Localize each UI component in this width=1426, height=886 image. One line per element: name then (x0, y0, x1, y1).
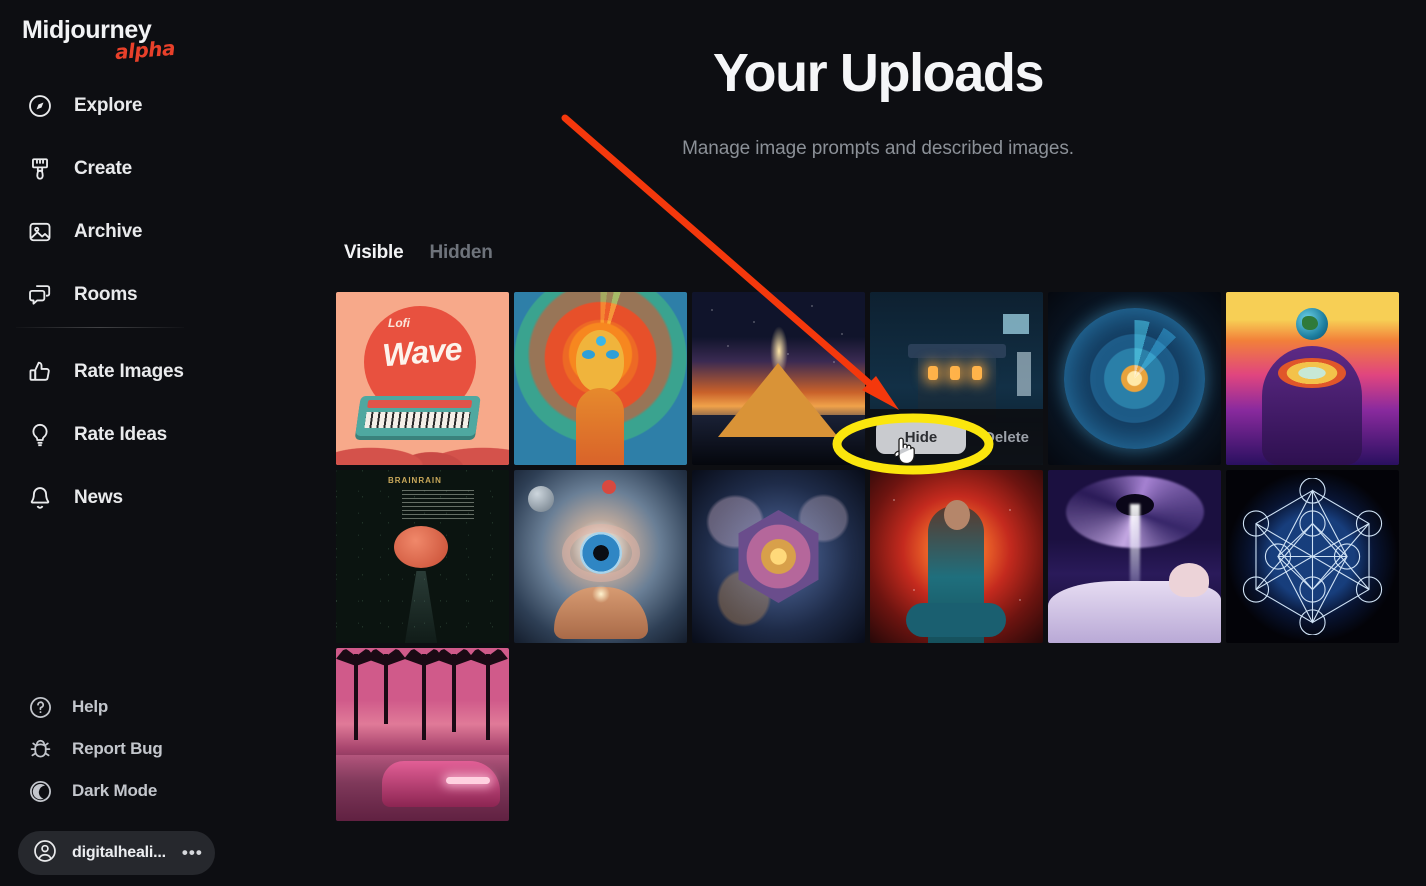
sidebar-item-label: Dark Mode (72, 781, 158, 800)
sidebar-item-label: News (74, 487, 123, 508)
sidebar-item-create[interactable]: Create (0, 147, 330, 191)
sidebar-item-help[interactable]: Help (0, 690, 330, 724)
primary-nav: Explore Create Archive Rooms (0, 84, 330, 336)
secondary-nav: Rate Images Rate Ideas News (0, 350, 330, 539)
tab-visible[interactable]: Visible (344, 242, 404, 264)
hide-button[interactable]: Hide (875, 420, 966, 454)
lightbulb-icon (26, 421, 54, 449)
brain-diagram-schematic-art: BRAINRAIN (336, 470, 509, 643)
purple-head-earth-art (1226, 292, 1399, 465)
delete-button[interactable]: Delete (976, 420, 1037, 454)
sidebar-item-label: Create (74, 158, 132, 179)
chat-bubbles-icon (26, 281, 54, 309)
upload-thumbnail-hovered[interactable]: Hide Delete (870, 292, 1043, 465)
upload-thumbnail[interactable] (514, 470, 687, 643)
upload-thumbnail[interactable] (514, 292, 687, 465)
sidebar-item-label: Help (72, 697, 109, 716)
image-icon (26, 218, 54, 246)
sidebar: Midjourney alpha Explore Create Archive … (0, 0, 330, 886)
sidebar-item-rate-ideas[interactable]: Rate Ideas (0, 413, 330, 457)
page-subtitle: Manage image prompts and described image… (682, 138, 1074, 159)
pink-sunset-sports-car-art (336, 648, 509, 821)
main-content: Your Uploads Manage image prompts and de… (330, 0, 1426, 886)
upload-thumbnail[interactable] (1048, 292, 1221, 465)
tab-hidden[interactable]: Hidden (430, 242, 493, 264)
metatrons-cube-blue-art (1226, 470, 1399, 643)
sidebar-item-label: Rate Ideas (74, 424, 168, 445)
paintbrush-icon (26, 155, 54, 183)
upload-thumbnail[interactable]: Lofi Wave (336, 292, 509, 465)
brand-logo[interactable]: Midjourney alpha (22, 18, 176, 65)
moon-icon (26, 777, 54, 805)
question-circle-icon (26, 693, 54, 721)
brand-alpha-tag: alpha (114, 35, 176, 65)
user-circle-icon (32, 838, 58, 869)
meditating-woman-cosmos-art (870, 470, 1043, 643)
upload-thumbnail[interactable]: BRAINRAIN (336, 470, 509, 643)
upload-thumbnail[interactable] (692, 292, 865, 465)
thumbs-up-icon (26, 358, 54, 386)
sidebar-item-label: Archive (74, 221, 143, 242)
sidebar-divider (16, 327, 184, 328)
sidebar-item-news[interactable]: News (0, 476, 330, 520)
sidebar-item-label: Rooms (74, 284, 138, 305)
upload-thumbnail[interactable] (1226, 470, 1399, 643)
third-eye-in-hands-art (514, 470, 687, 643)
sidebar-item-label: Rate Images (74, 361, 184, 382)
bell-icon (26, 484, 54, 512)
user-account-button[interactable]: digitalheali... ••• (18, 831, 215, 875)
user-menu-ellipsis-icon[interactable]: ••• (182, 844, 203, 861)
upload-thumbnail[interactable] (1048, 470, 1221, 643)
sidebar-item-rooms[interactable]: Rooms (0, 273, 330, 317)
sidebar-item-report-bug[interactable]: Report Bug (0, 732, 330, 766)
thumbnail-action-overlay: Hide Delete (870, 409, 1043, 465)
user-name: digitalheali... (72, 844, 166, 861)
uploads-grid: Lofi Wave Hide Delete BRAINRAIN (336, 292, 1399, 821)
sidebar-item-label: Report Bug (72, 739, 163, 758)
upload-thumbnail[interactable] (692, 470, 865, 643)
sidebar-footer-nav: Help Report Bug Dark Mode (0, 690, 330, 816)
lofi-wave-keyboard-art: Lofi Wave (336, 292, 509, 465)
sun-goddess-figure-art (514, 292, 687, 465)
bug-icon (26, 735, 54, 763)
page-title: Your Uploads (712, 43, 1045, 103)
sidebar-item-dark-mode[interactable]: Dark Mode (0, 774, 330, 808)
sidebar-item-label: Explore (74, 95, 143, 116)
metatron-fractal-cube-art (692, 470, 865, 643)
app-root: Midjourney alpha Explore Create Archive … (0, 0, 1426, 886)
upload-thumbnail[interactable] (1226, 292, 1399, 465)
sidebar-item-explore[interactable]: Explore (0, 84, 330, 128)
starlit-pyramid-art (692, 292, 865, 465)
sidebar-item-rate-images[interactable]: Rate Images (0, 350, 330, 394)
sidebar-item-archive[interactable]: Archive (0, 210, 330, 254)
uploads-tabs: Visible Hidden (344, 242, 493, 264)
compass-icon (26, 92, 54, 120)
upload-thumbnail[interactable] (336, 648, 509, 821)
blue-mandala-sphere-art (1048, 292, 1221, 465)
upload-thumbnail[interactable] (870, 470, 1043, 643)
galaxy-beam-sleeper-art (1048, 470, 1221, 643)
